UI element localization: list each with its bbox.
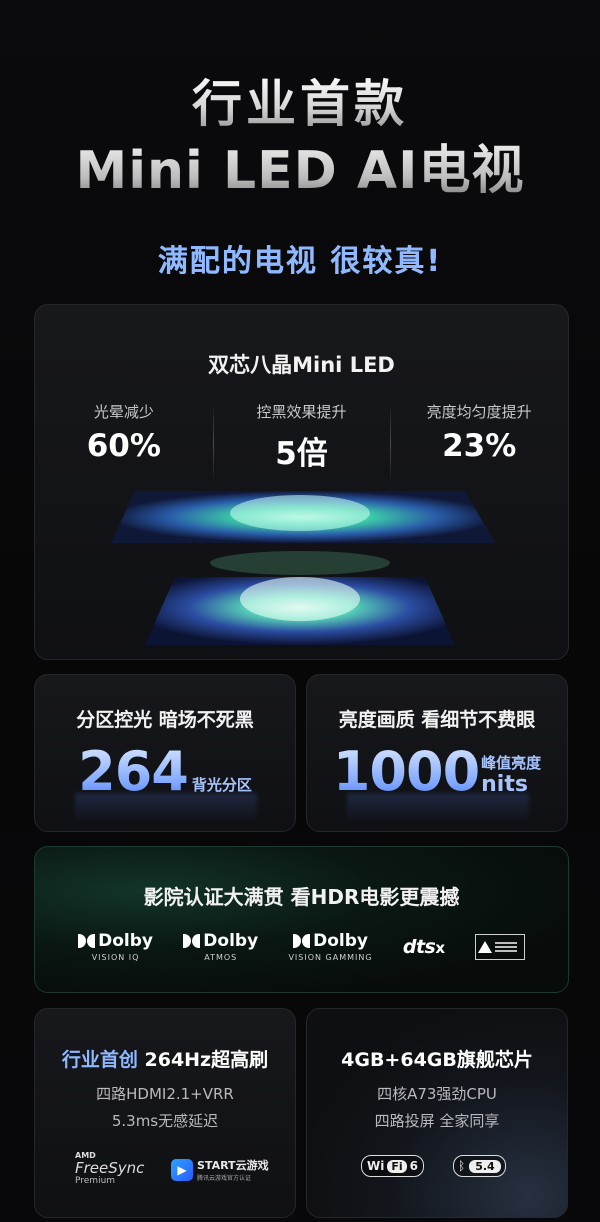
start-name: START云游戏 xyxy=(197,1159,269,1172)
dolby-sub: VISION IQ xyxy=(91,953,140,962)
triangle-icon xyxy=(477,940,492,953)
start-cloud-gaming-logo: ▶ START云游戏 腾讯云游戏官方认证 xyxy=(171,1157,269,1182)
wifi6-badge: Wi Fi 6 xyxy=(361,1155,425,1177)
hero-line-1: 行业首款 xyxy=(0,72,600,136)
badge-text-lines xyxy=(494,941,517,952)
bluetooth-icon: ᛒ xyxy=(458,1159,466,1173)
stat-uniformity: 亮度均匀度提升 23% xyxy=(390,401,568,483)
dolby-double-d-icon xyxy=(183,934,201,948)
refresh-rate-card: 行业首创 264Hz超高刷 四路HDMI2.1+VRR 5.3ms无感延迟 AM… xyxy=(34,1008,296,1218)
chipset-card: 4GB+64GB旗舰芯片 四核A73强劲CPU 四路投屏 全家同享 Wi Fi … xyxy=(306,1008,568,1218)
number-reflection xyxy=(75,793,257,823)
mini-led-title: 双芯八晶Mini LED xyxy=(208,353,395,377)
amd-freesync-logo: AMD FreeSync Premium xyxy=(75,1151,144,1186)
certification-badge-icon xyxy=(474,933,525,960)
dts-word: dts xyxy=(402,935,436,958)
start-sub: 腾讯云游戏官方认证 xyxy=(197,1175,252,1182)
cinema-cert-card: 影院认证大满贯 看HDR电影更震撼 Dolby VISION IQ Dolby … xyxy=(34,846,569,993)
bluetooth-badge: ᛒ 5.4 xyxy=(453,1155,506,1177)
dolby-atmos-logo: Dolby ATMOS xyxy=(183,931,258,962)
stat-label: 亮度均匀度提升 xyxy=(426,403,532,421)
page: 行业首款 Mini LED AI电视 满配的电视 很较真! 双芯八晶Mini L… xyxy=(0,0,600,1222)
dolby-vision-gaming-logo: Dolby VISION GAMMING xyxy=(288,931,372,962)
brightness-card: 亮度画质 看细节不费眼 1000 峰值亮度 nits xyxy=(306,674,568,832)
latency-line: 5.3ms无感延迟 xyxy=(111,1112,219,1130)
stat-label: 控黑效果提升 xyxy=(256,403,347,421)
refresh-title-highlight: 行业首创 xyxy=(61,1049,138,1071)
cert-logos: Dolby VISION IQ Dolby ATMOS Dolby VISION… xyxy=(35,931,568,962)
dolby-sub: VISION GAMMING xyxy=(288,953,373,962)
dolby-sub: ATMOS xyxy=(204,953,238,962)
refresh-title-rest: 264Hz超高刷 xyxy=(144,1049,269,1071)
stat-black: 控黑效果提升 5倍 xyxy=(212,401,391,483)
brightness-unit-top: 峰值亮度 xyxy=(481,754,542,772)
local-dimming-title: 分区控光 暗场不死黑 xyxy=(76,709,254,731)
dolby-vision-iq-logo: Dolby VISION IQ xyxy=(78,931,153,962)
dolby-word: Dolby xyxy=(313,931,368,951)
wifi-wi: Wi xyxy=(367,1159,385,1173)
stat-label: 光晕减少 xyxy=(93,403,154,421)
wifi-version: 6 xyxy=(409,1159,419,1173)
hero-line-2: Mini LED AI电视 xyxy=(0,138,600,204)
cpu-line: 四核A73强劲CPU xyxy=(377,1085,497,1103)
stat-value: 5倍 xyxy=(275,436,328,472)
cinema-title: 影院认证大满贯 看HDR电影更震撼 xyxy=(143,885,460,909)
panel-layers-illustration xyxy=(111,491,495,645)
start-play-icon: ▶ xyxy=(171,1158,193,1181)
dolby-word: Dolby xyxy=(203,931,259,951)
hero-heading: 行业首款 Mini LED AI电视 xyxy=(0,72,600,204)
stats-row: 光晕减少 60% 控黑效果提升 5倍 亮度均匀度提升 23% xyxy=(35,401,568,483)
dts-x-mark: x xyxy=(435,938,445,957)
premium-wordmark: Premium xyxy=(75,1176,116,1186)
stat-value: 60% xyxy=(86,428,161,464)
brightness-title: 亮度画质 看细节不费眼 xyxy=(338,709,536,731)
brightness-unit: 峰值亮度 nits xyxy=(481,752,541,797)
number-reflection xyxy=(347,793,529,823)
local-dimming-card: 分区控光 暗场不死黑 264 背光分区 xyxy=(34,674,296,832)
freesync-wordmark: FreeSync xyxy=(75,1159,145,1177)
hdmi-line: 四路HDMI2.1+VRR xyxy=(96,1085,234,1103)
chipset-title: 4GB+64GB旗舰芯片 xyxy=(341,1049,533,1071)
tagline: 满配的电视 很较真! xyxy=(0,236,600,280)
dolby-double-d-icon xyxy=(293,934,311,948)
zones-unit: 背光分区 xyxy=(191,776,252,794)
bluetooth-version: 5.4 xyxy=(469,1159,501,1173)
stat-value: 23% xyxy=(442,428,517,464)
dts-x-logo: dtsx xyxy=(403,936,445,958)
casting-line: 四路投屏 全家同享 xyxy=(374,1112,500,1130)
refresh-title: 行业首创 264Hz超高刷 xyxy=(35,1045,295,1072)
dolby-word: Dolby xyxy=(98,931,154,951)
wifi-fi: Fi xyxy=(387,1159,407,1173)
mini-led-card: 双芯八晶Mini LED 光晕减少 60% 控黑效果提升 5倍 亮度均匀度提升 … xyxy=(34,304,569,660)
stat-halo: 光晕减少 60% xyxy=(35,401,213,473)
dolby-double-d-icon xyxy=(78,934,96,948)
